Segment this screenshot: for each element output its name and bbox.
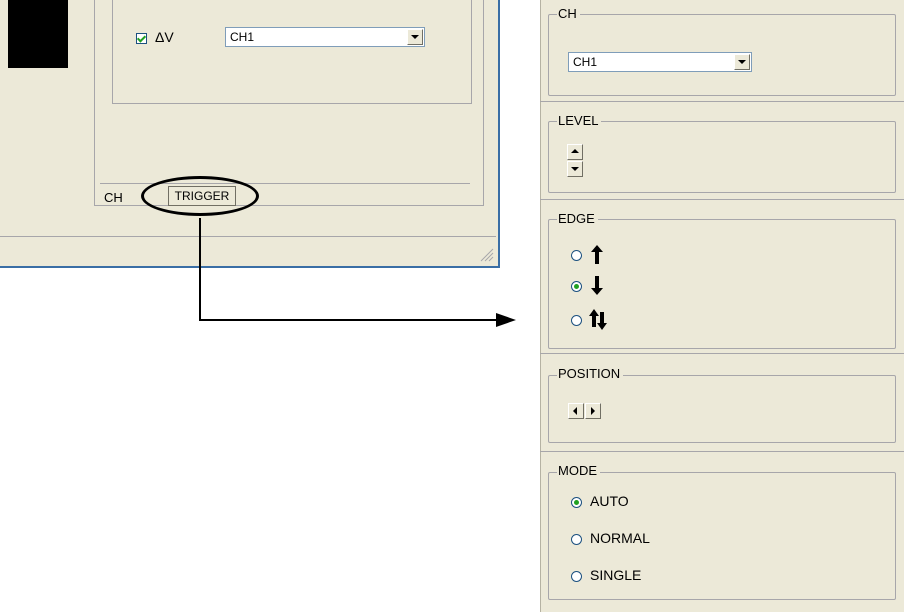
mode-normal-label: NORMAL <box>590 530 650 546</box>
delta-v-channel-value: CH1 <box>230 30 255 44</box>
trigger-channel-select[interactable]: CH1 <box>568 52 752 72</box>
position-left-button[interactable] <box>568 403 584 419</box>
trigger-channel-value: CH1 <box>573 55 598 69</box>
delta-v-channel-select[interactable]: CH1 <box>225 27 425 47</box>
callout-highlight-ring <box>141 176 259 216</box>
panel-separator <box>540 101 904 102</box>
position-right-button[interactable] <box>585 403 601 419</box>
level-group <box>548 121 896 193</box>
callout-arrow-icon <box>199 218 516 327</box>
edge-group-title: EDGE <box>557 212 598 226</box>
falling-edge-arrow-icon <box>591 276 603 295</box>
edge-falling-radio[interactable] <box>571 281 582 292</box>
edge-both-radio[interactable] <box>571 315 582 326</box>
level-group-title: LEVEL <box>557 114 602 128</box>
mode-single-radio[interactable] <box>571 571 582 582</box>
tab-ch[interactable]: CH <box>104 190 123 205</box>
delta-v-checkbox[interactable] <box>136 33 147 44</box>
panel-separator <box>540 353 904 354</box>
both-edges-arrow-icon <box>589 309 607 330</box>
mode-auto-label: AUTO <box>590 493 629 509</box>
delta-v-panel <box>112 0 472 104</box>
position-group-title: POSITION <box>557 367 624 381</box>
rising-edge-arrow-icon <box>591 245 603 264</box>
delta-v-label: ΔV <box>155 29 174 45</box>
level-up-button[interactable] <box>567 144 583 160</box>
ch-group-title: CH <box>557 7 580 21</box>
chevron-down-icon[interactable] <box>407 29 423 45</box>
level-down-button[interactable] <box>567 161 583 177</box>
edge-rising-radio[interactable] <box>571 250 582 261</box>
display-area <box>8 0 68 68</box>
chevron-down-icon[interactable] <box>734 54 750 70</box>
mode-single-label: SINGLE <box>590 567 642 583</box>
mode-normal-radio[interactable] <box>571 534 582 545</box>
panel-separator <box>540 451 904 452</box>
mode-group-title: MODE <box>557 464 600 478</box>
mode-auto-radio[interactable] <box>571 497 582 508</box>
panel-separator <box>540 199 904 200</box>
